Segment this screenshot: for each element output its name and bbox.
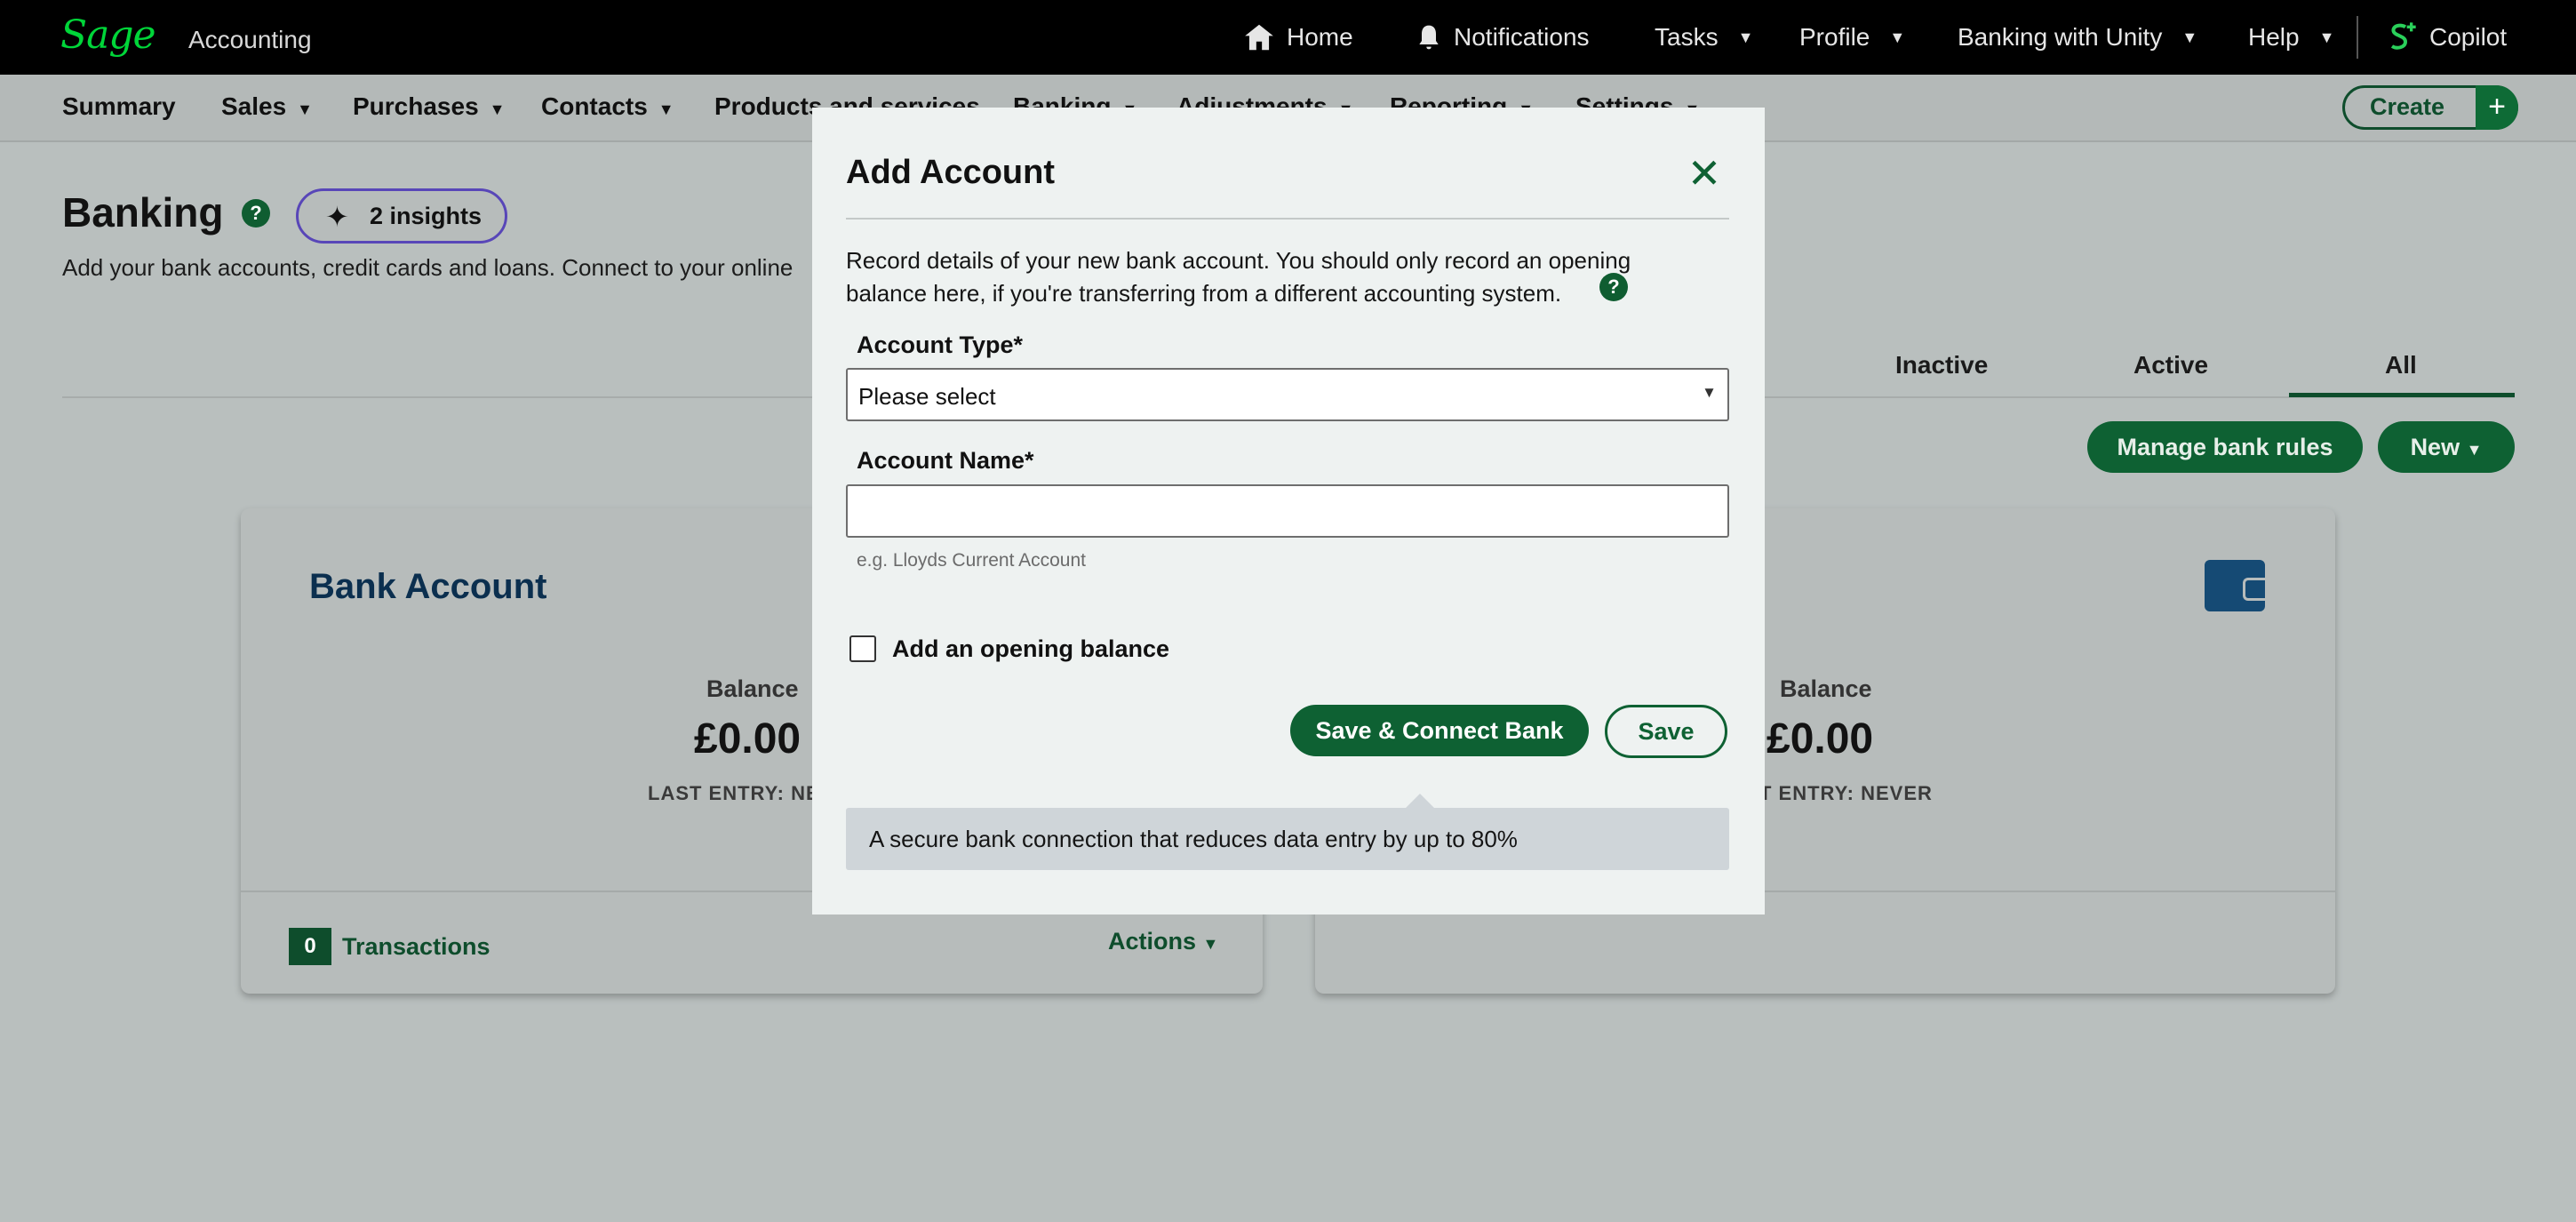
subnav-sales[interactable]: Sales ▼ bbox=[221, 92, 313, 121]
plus-icon: + bbox=[2476, 85, 2518, 130]
nav-business[interactable]: Banking with Unity ▼ bbox=[1958, 0, 2197, 75]
chevron-down-icon: ▼ bbox=[297, 100, 313, 118]
chevron-down-icon: ▼ bbox=[658, 100, 674, 118]
nav-copilot-label: Copilot bbox=[2429, 23, 2508, 51]
transactions-link[interactable]: Transactions bbox=[342, 933, 490, 961]
sage-logo[interactable]: Sage bbox=[60, 12, 156, 58]
chevron-down-icon: ▼ bbox=[1702, 384, 1717, 401]
new-label: New bbox=[2410, 434, 2460, 460]
balance-value: £0.00 bbox=[1767, 715, 1874, 763]
nav-copilot[interactable]: Copilot bbox=[2383, 0, 2507, 75]
sparkle-icon: ✦ bbox=[325, 201, 349, 233]
nav-divider bbox=[2357, 16, 2358, 59]
modal-description: Record details of your new bank account.… bbox=[846, 247, 1631, 307]
tab-active[interactable]: Active bbox=[2133, 351, 2208, 379]
nav-profile[interactable]: Profile ▼ bbox=[1799, 0, 1905, 75]
tab-inactive[interactable]: Inactive bbox=[1895, 351, 1988, 379]
nav-notifications-label: Notifications bbox=[1454, 23, 1590, 51]
transactions-count: 0 bbox=[289, 928, 331, 965]
chevron-down-icon: ▼ bbox=[2318, 28, 2335, 46]
card-title: Bank Account bbox=[309, 567, 547, 606]
account-name-hint: e.g. Lloyds Current Account bbox=[857, 550, 1086, 571]
account-type-label: Account Type* bbox=[857, 331, 1024, 358]
wallet-icon bbox=[2205, 560, 2265, 611]
nav-help-label: Help bbox=[2248, 23, 2300, 51]
modal-title: Add Account bbox=[846, 154, 1056, 191]
app-name: Accounting bbox=[188, 26, 312, 53]
actions-label: Actions bbox=[1108, 928, 1197, 954]
page-title: Banking bbox=[62, 189, 224, 236]
account-type-value: Please select bbox=[858, 383, 996, 410]
modal-divider bbox=[846, 218, 1729, 220]
balance-label: Balance bbox=[1780, 675, 1872, 702]
chevron-down-icon: ▼ bbox=[1737, 28, 1754, 46]
tooltip-arrow bbox=[1406, 794, 1434, 808]
chevron-down-icon: ▼ bbox=[2181, 28, 2198, 46]
copilot-icon bbox=[2390, 22, 2416, 50]
tab-selected-indicator bbox=[2289, 393, 2515, 397]
bell-icon bbox=[1419, 25, 1439, 50]
save-button[interactable]: Save bbox=[1605, 705, 1727, 758]
chevron-down-icon: ▼ bbox=[1889, 28, 1906, 46]
insights-button[interactable]: ✦ 2 insights bbox=[296, 188, 507, 244]
close-icon[interactable]: ✕ bbox=[1685, 153, 1724, 194]
subnav-summary[interactable]: Summary bbox=[62, 92, 176, 121]
chevron-down-icon: ▼ bbox=[2466, 441, 2483, 459]
subnav-contacts[interactable]: Contacts ▼ bbox=[541, 92, 674, 121]
manage-bank-rules-button[interactable]: Manage bank rules bbox=[2087, 421, 2363, 473]
help-icon[interactable]: ? bbox=[242, 199, 270, 228]
help-icon[interactable]: ? bbox=[1599, 273, 1628, 301]
nav-help[interactable]: Help ▼ bbox=[2248, 0, 2334, 75]
connect-tooltip: A secure bank connection that reduces da… bbox=[846, 794, 1729, 870]
actions-dropdown[interactable]: Actions ▼ bbox=[1108, 928, 1218, 955]
nav-tasks[interactable]: Tasks ▼ bbox=[1655, 0, 1753, 75]
chevron-down-icon: ▼ bbox=[489, 100, 506, 118]
create-label: Create bbox=[2370, 93, 2445, 120]
home-icon bbox=[1245, 24, 1273, 51]
chevron-down-icon: ▼ bbox=[1202, 935, 1219, 953]
last-entry: LAST ENTRY: NE bbox=[648, 782, 820, 804]
nav-notifications[interactable]: Notifications bbox=[1415, 0, 1590, 75]
balance-value: £0.00 bbox=[694, 715, 802, 763]
new-button[interactable]: New ▼ bbox=[2378, 421, 2515, 473]
balance-label: Balance bbox=[706, 675, 799, 702]
account-type-select[interactable]: Please select ▼ bbox=[846, 368, 1729, 421]
opening-balance-label[interactable]: Add an opening balance bbox=[892, 635, 1169, 663]
opening-balance-checkbox[interactable] bbox=[849, 635, 876, 662]
account-name-input[interactable] bbox=[846, 484, 1729, 538]
insights-label: 2 insights bbox=[370, 203, 483, 229]
account-name-label: Account Name* bbox=[857, 447, 1034, 474]
nav-home-label: Home bbox=[1287, 23, 1353, 51]
tab-all[interactable]: All bbox=[2385, 351, 2417, 379]
create-button[interactable]: Create + bbox=[2342, 85, 2518, 130]
top-bar: Sage Accounting Home Notifications Tasks… bbox=[0, 0, 2576, 75]
nav-business-label: Banking with Unity bbox=[1958, 23, 2163, 51]
nav-home[interactable]: Home bbox=[1242, 0, 1353, 75]
subnav-purchases[interactable]: Purchases ▼ bbox=[353, 92, 505, 121]
add-account-modal: Add Account ✕ Record details of your new… bbox=[812, 108, 1765, 915]
nav-profile-label: Profile bbox=[1799, 23, 1870, 51]
page-description: Add your bank accounts, credit cards and… bbox=[62, 254, 794, 281]
nav-tasks-label: Tasks bbox=[1655, 23, 1719, 51]
last-entry: T ENTRY: NEVER bbox=[1759, 782, 1933, 804]
save-connect-bank-button[interactable]: Save & Connect Bank bbox=[1290, 705, 1589, 756]
tooltip-text: A secure bank connection that reduces da… bbox=[869, 826, 1518, 852]
